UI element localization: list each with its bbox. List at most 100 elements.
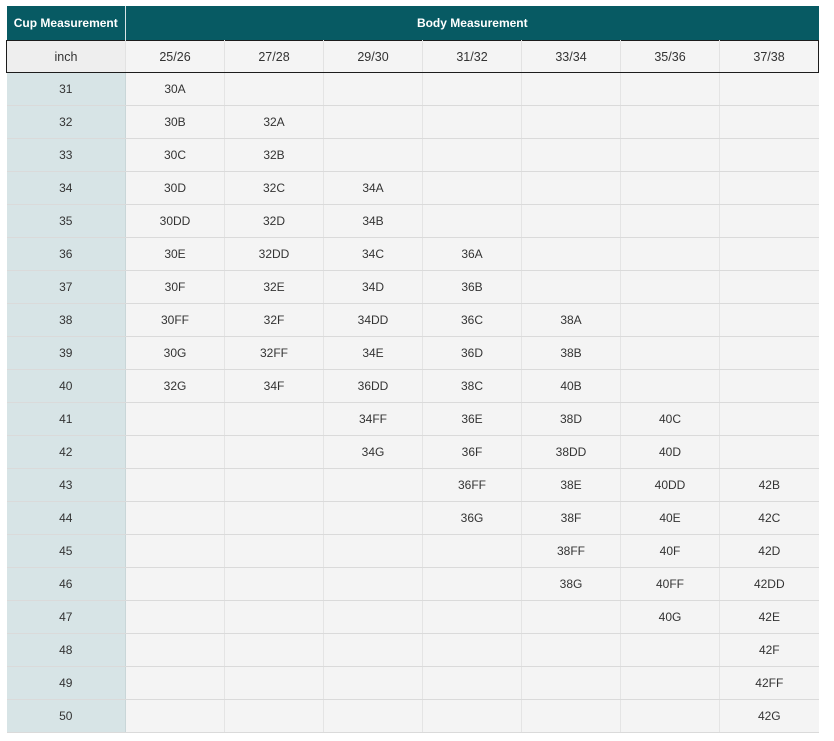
table-row: 32 30B 32A <box>6 105 819 139</box>
bra-size-cell: 38FF <box>521 534 621 568</box>
cup-measurement-cell: 34 <box>6 171 126 205</box>
bra-size-cell: 30G <box>125 336 225 370</box>
bra-size-cell: 42F <box>719 633 819 667</box>
bra-size-cell: 32FF <box>224 336 324 370</box>
bra-size-cell: 38B <box>521 336 621 370</box>
bra-size-cell: 32G <box>125 369 225 403</box>
table-row: 49 42FF <box>6 666 819 700</box>
table-row: 41 34FF 36E 38D 40C <box>6 402 819 436</box>
bra-size-cell <box>719 369 819 403</box>
bra-size-cell: 38F <box>521 501 621 535</box>
body-measurement-header: Body Measurement <box>125 6 819 41</box>
bra-size-cell: 36C <box>422 303 522 337</box>
bra-size-cell <box>422 633 522 667</box>
bra-size-cell <box>224 534 324 568</box>
bra-size-cell: 30FF <box>125 303 225 337</box>
cup-measurement-cell: 31 <box>6 72 126 106</box>
cup-measurement-header: Cup Measurement <box>6 6 126 41</box>
bra-size-cell <box>422 72 522 106</box>
bra-size-cell: 34FF <box>323 402 423 436</box>
table-row: 48 42F <box>6 633 819 667</box>
cup-measurement-cell: 43 <box>6 468 126 502</box>
table-row: 37 30F 32E 34D 36B <box>6 270 819 304</box>
bra-size-cell: 34E <box>323 336 423 370</box>
body-size-header: 27/28 <box>224 40 324 73</box>
bra-size-cell <box>125 567 225 601</box>
bra-size-cell <box>125 633 225 667</box>
cup-measurement-cell: 38 <box>6 303 126 337</box>
bra-size-cell: 40F <box>620 534 720 568</box>
bra-size-cell <box>125 468 225 502</box>
bra-size-cell: 36FF <box>422 468 522 502</box>
bra-size-cell: 40E <box>620 501 720 535</box>
cup-measurement-cell: 41 <box>6 402 126 436</box>
bra-size-cell: 32B <box>224 138 324 172</box>
bra-size-cell <box>422 699 522 733</box>
bra-size-cell: 40C <box>620 402 720 436</box>
bra-size-cell <box>422 567 522 601</box>
bra-size-cell <box>125 501 225 535</box>
table-row: 34 30D 32C 34A <box>6 171 819 205</box>
cup-measurement-cell: 39 <box>6 336 126 370</box>
bra-size-cell <box>719 138 819 172</box>
bra-size-cell <box>125 666 225 700</box>
bra-size-cell <box>620 666 720 700</box>
bra-size-cell <box>620 171 720 205</box>
bra-size-cell <box>422 171 522 205</box>
bra-size-cell: 36D <box>422 336 522 370</box>
bra-size-cell <box>422 534 522 568</box>
bra-size-cell: 42E <box>719 600 819 634</box>
bra-size-cell <box>323 501 423 535</box>
table-row: 50 42G <box>6 699 819 733</box>
bra-size-cell: 42FF <box>719 666 819 700</box>
table-row: 36 30E 32DD 34C 36A <box>6 237 819 271</box>
bra-size-cell: 42C <box>719 501 819 535</box>
cup-measurement-cell: 33 <box>6 138 126 172</box>
bra-size-cell <box>323 534 423 568</box>
bra-size-cell <box>620 72 720 106</box>
size-chart-table: Cup Measurement Body Measurement inch 25… <box>6 6 820 733</box>
bra-size-cell <box>521 171 621 205</box>
bra-size-cell: 32C <box>224 171 324 205</box>
bra-size-cell <box>719 402 819 436</box>
cup-measurement-cell: 40 <box>6 369 126 403</box>
bra-size-cell: 34DD <box>323 303 423 337</box>
bra-size-cell: 42DD <box>719 567 819 601</box>
bra-size-cell <box>224 501 324 535</box>
bra-size-cell: 30DD <box>125 204 225 238</box>
bra-size-cell <box>620 270 720 304</box>
bra-size-cell <box>125 402 225 436</box>
bra-size-cell <box>323 600 423 634</box>
bra-size-cell: 36A <box>422 237 522 271</box>
bra-size-cell: 36G <box>422 501 522 535</box>
bra-size-cell: 34F <box>224 369 324 403</box>
body-size-header: 31/32 <box>422 40 522 73</box>
table-row: 38 30FF 32F 34DD 36C 38A <box>6 303 819 337</box>
bra-size-cell: 30D <box>125 171 225 205</box>
bra-size-cell <box>521 633 621 667</box>
bra-size-cell: 34C <box>323 237 423 271</box>
bra-size-cell <box>224 567 324 601</box>
subheader-row: inch 25/26 27/28 29/30 31/32 33/34 35/36 37/38 <box>6 40 820 73</box>
size-chart: Cup Measurement Body Measurement inch 25… <box>6 6 820 733</box>
bra-size-cell <box>719 171 819 205</box>
table-row: 43 36FF 38E 40DD 42B <box>6 468 819 502</box>
bra-size-cell: 36E <box>422 402 522 436</box>
bra-size-cell: 36B <box>422 270 522 304</box>
body-size-header: 35/36 <box>620 40 720 73</box>
bra-size-cell: 38C <box>422 369 522 403</box>
bra-size-cell <box>224 633 324 667</box>
cup-measurement-cell: 49 <box>6 666 126 700</box>
bra-size-cell: 30B <box>125 105 225 139</box>
bra-size-cell <box>521 600 621 634</box>
bra-size-cell <box>620 105 720 139</box>
bra-size-cell <box>521 699 621 733</box>
bra-size-cell: 32A <box>224 105 324 139</box>
bra-size-cell: 32DD <box>224 237 324 271</box>
bra-size-cell <box>125 699 225 733</box>
bra-size-cell <box>521 72 621 106</box>
bra-size-cell: 40D <box>620 435 720 469</box>
bra-size-cell <box>719 72 819 106</box>
bra-size-cell <box>224 699 324 733</box>
bra-size-cell: 38DD <box>521 435 621 469</box>
